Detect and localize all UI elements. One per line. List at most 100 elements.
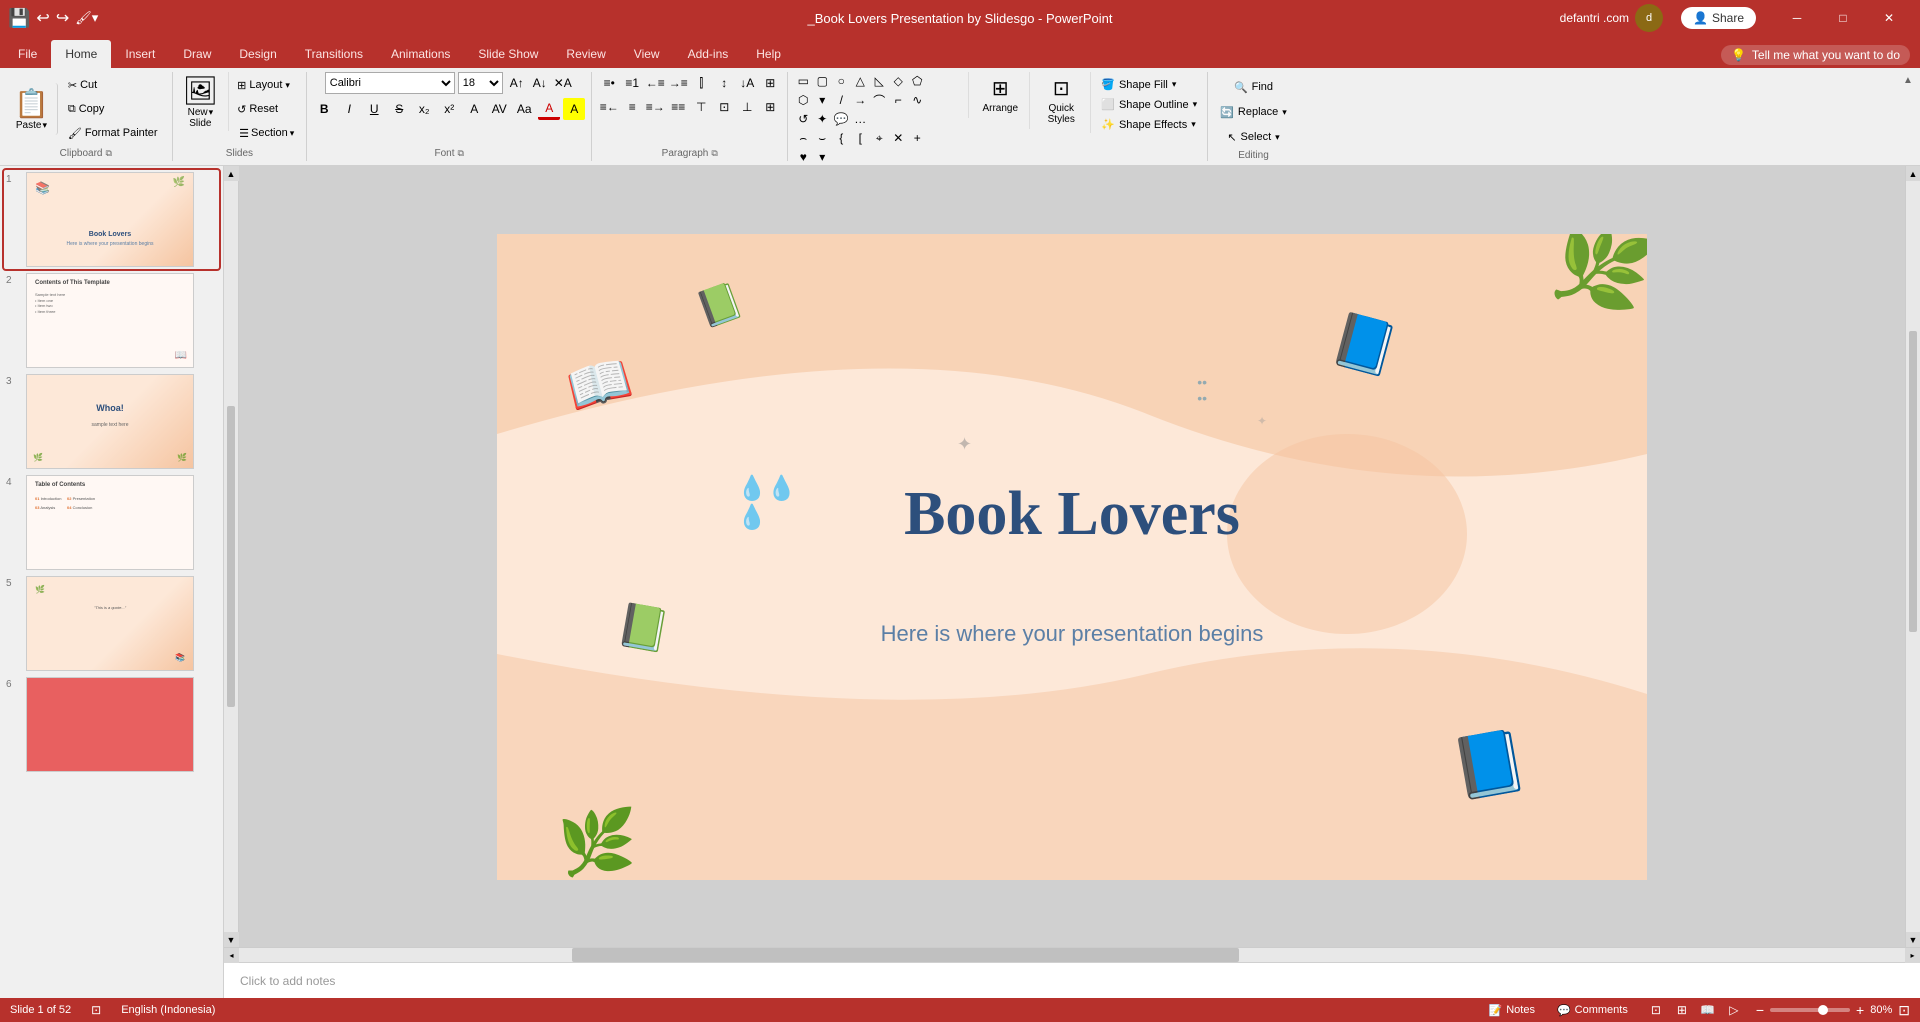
horizontal-scrollbar[interactable]: ◂ ▸ — [224, 947, 1920, 962]
bracket-shape[interactable]: [ — [851, 129, 869, 147]
scroll-up-button[interactable]: ▲ — [224, 166, 239, 181]
save-icon[interactable]: 💾 — [8, 8, 30, 29]
tab-view[interactable]: View — [620, 40, 674, 68]
shape-outline-button[interactable]: ⬜ Shape Outline ▾ — [1097, 96, 1201, 113]
reading-view-button[interactable]: 📖 — [1696, 1000, 1720, 1020]
layout-button[interactable]: ⊞ Layout ▾ — [233, 74, 300, 96]
increase-indent-button[interactable]: →≡ — [667, 72, 689, 94]
bold-button[interactable]: B — [313, 98, 335, 120]
shape-outline-dropdown[interactable]: ▾ — [1193, 99, 1198, 110]
rectangle-shape[interactable]: ▭ — [794, 72, 812, 90]
slide-thumb-6[interactable]: 6 — [4, 675, 219, 774]
scroll-down-btn[interactable]: ▼ — [1906, 932, 1920, 947]
line-shape[interactable]: / — [832, 91, 850, 109]
zoom-thumb[interactable] — [1818, 1005, 1828, 1015]
paragraph-expand-icon[interactable]: ⧉ — [711, 148, 717, 159]
triangle-shape[interactable]: △ — [851, 72, 869, 90]
strikethrough-button[interactable]: S — [388, 98, 410, 120]
font-size-select[interactable]: 18 — [458, 72, 503, 94]
select-button[interactable]: ↖ Select ▾ — [1221, 126, 1285, 148]
tab-design[interactable]: Design — [225, 40, 290, 68]
redo-icon[interactable]: ↪ — [56, 8, 69, 28]
freeform-shape[interactable]: ∿ — [908, 91, 926, 109]
clipboard-expand-icon[interactable]: ⧉ — [105, 148, 111, 159]
align-bottom-button[interactable]: ⊥ — [736, 96, 758, 118]
text-direction-button[interactable]: ↓A — [736, 72, 758, 94]
columns-button[interactable]: ⫿ — [690, 72, 712, 94]
tab-home[interactable]: Home — [51, 40, 111, 68]
replace-button[interactable]: 🔄 Replace ▾ — [1214, 101, 1293, 123]
slide-thumb-4[interactable]: 4 Table of Contents 01 Introduction 02 P… — [4, 473, 219, 572]
align-right-button[interactable]: ≡→ — [644, 96, 666, 118]
minimize-button[interactable]: ─ — [1774, 0, 1820, 36]
smartart-button[interactable]: ⊞ — [759, 72, 781, 94]
trapezoid-shape[interactable]: ⌖ — [870, 129, 888, 147]
tab-help[interactable]: Help — [742, 40, 795, 68]
increase-font-size-button[interactable]: A↑ — [506, 72, 528, 94]
character-spacing-button[interactable]: AV — [488, 98, 510, 120]
slide-main-subtitle[interactable]: Here is where your presentation begins — [881, 621, 1264, 647]
font-expand-icon[interactable]: ⧉ — [458, 148, 464, 159]
numbering-button[interactable]: ≡1 — [621, 72, 643, 94]
section-button[interactable]: ☰ Section ▾ — [233, 122, 300, 144]
font-color-button[interactable]: A — [538, 98, 560, 120]
section-dropdown[interactable]: ▾ — [290, 128, 295, 139]
scroll-track[interactable] — [239, 948, 1905, 962]
bullets-button[interactable]: ≡• — [598, 72, 620, 94]
right-triangle-shape[interactable]: ◺ — [870, 72, 888, 90]
replace-dropdown[interactable]: ▾ — [1282, 107, 1287, 118]
change-case-button[interactable]: Aa — [513, 98, 535, 120]
align-center-button[interactable]: ≡ — [621, 96, 643, 118]
shape-fill-button[interactable]: 🪣 Shape Fill ▾ — [1097, 76, 1201, 93]
new-slide-button[interactable]: 🖼 New ▾ Slide — [179, 72, 223, 131]
slide-thumb-2[interactable]: 2 Contents of This Template Sample text … — [4, 271, 219, 370]
shapes-expand[interactable]: ▾ — [813, 148, 831, 166]
collapse-ribbon-button[interactable]: ▲ — [1900, 72, 1916, 88]
scroll-right-button[interactable]: ▸ — [1905, 948, 1920, 963]
scroll-left-button[interactable]: ◂ — [224, 948, 239, 963]
avatar[interactable]: d — [1635, 4, 1663, 32]
layout-dropdown[interactable]: ▾ — [285, 80, 290, 91]
callout-shape[interactable]: 💬 — [832, 110, 850, 128]
decrease-indent-button[interactable]: ←≡ — [644, 72, 666, 94]
slide-thumb-3[interactable]: 3 Whoa! sample text here 🌿 🌿 — [4, 372, 219, 471]
main-slide[interactable]: 🌿 📗 📖 📗 🌿 📘 📘 💧💧💧 ✦ ✦ •• •• Boo — [497, 234, 1647, 880]
fit-slide-button[interactable]: ⊡ — [1898, 1002, 1910, 1019]
star-shape[interactable]: ✦ — [813, 110, 831, 128]
subscript-button[interactable]: x₂ — [413, 98, 435, 120]
shape-x[interactable]: ✕ — [889, 129, 907, 147]
align-left-button[interactable]: ≡← — [598, 96, 620, 118]
curve-shape[interactable]: ⌒ — [870, 91, 888, 109]
oval-shape[interactable]: ○ — [832, 72, 850, 90]
arrange-button[interactable]: ⊞ Arrange — [975, 72, 1025, 118]
bezier-shape[interactable]: ⌣ — [813, 129, 831, 147]
shapes-more[interactable]: ⬡ — [794, 91, 812, 109]
select-dropdown[interactable]: ▾ — [1275, 132, 1280, 143]
shape-effects-dropdown[interactable]: ▾ — [1191, 119, 1196, 130]
right-scrollbar[interactable]: ▲ ▼ — [1905, 166, 1920, 947]
quick-styles-button[interactable]: ⊡ QuickStyles — [1036, 72, 1086, 129]
font-family-select[interactable]: Calibri — [325, 72, 455, 94]
clear-formatting-button[interactable]: ✕A — [552, 72, 574, 94]
tab-review[interactable]: Review — [552, 40, 619, 68]
shape-plus[interactable]: + — [908, 129, 926, 147]
share-button[interactable]: 👤 Share — [1681, 7, 1756, 29]
diamond-shape[interactable]: ◇ — [889, 72, 907, 90]
paste-button[interactable]: 📋 Paste ▾ — [6, 83, 58, 135]
italic-button[interactable]: I — [338, 98, 360, 120]
brace-shape[interactable]: { — [832, 129, 850, 147]
scroll-thumb[interactable] — [572, 948, 1238, 962]
justify-button[interactable]: ≡≡ — [667, 96, 689, 118]
format-painter-button[interactable]: 🖌 Format Painter — [64, 122, 162, 144]
notes-button[interactable]: 📝 Notes — [1483, 1002, 1541, 1019]
tab-addins[interactable]: Add-ins — [674, 40, 743, 68]
slide-show-button[interactable]: ▷ — [1722, 1000, 1746, 1020]
paste-dropdown-icon[interactable]: ▾ — [42, 120, 47, 131]
more-shapes[interactable]: … — [851, 110, 869, 128]
align-middle-button[interactable]: ⊡ — [713, 96, 735, 118]
arc-shape[interactable]: ⌢ — [794, 129, 812, 147]
rounded-rect-shape[interactable]: ▢ — [813, 72, 831, 90]
highlight-color-button[interactable]: A — [563, 98, 585, 120]
shape-fill-dropdown[interactable]: ▾ — [1172, 79, 1177, 90]
decrease-font-size-button[interactable]: A↓ — [529, 72, 551, 94]
